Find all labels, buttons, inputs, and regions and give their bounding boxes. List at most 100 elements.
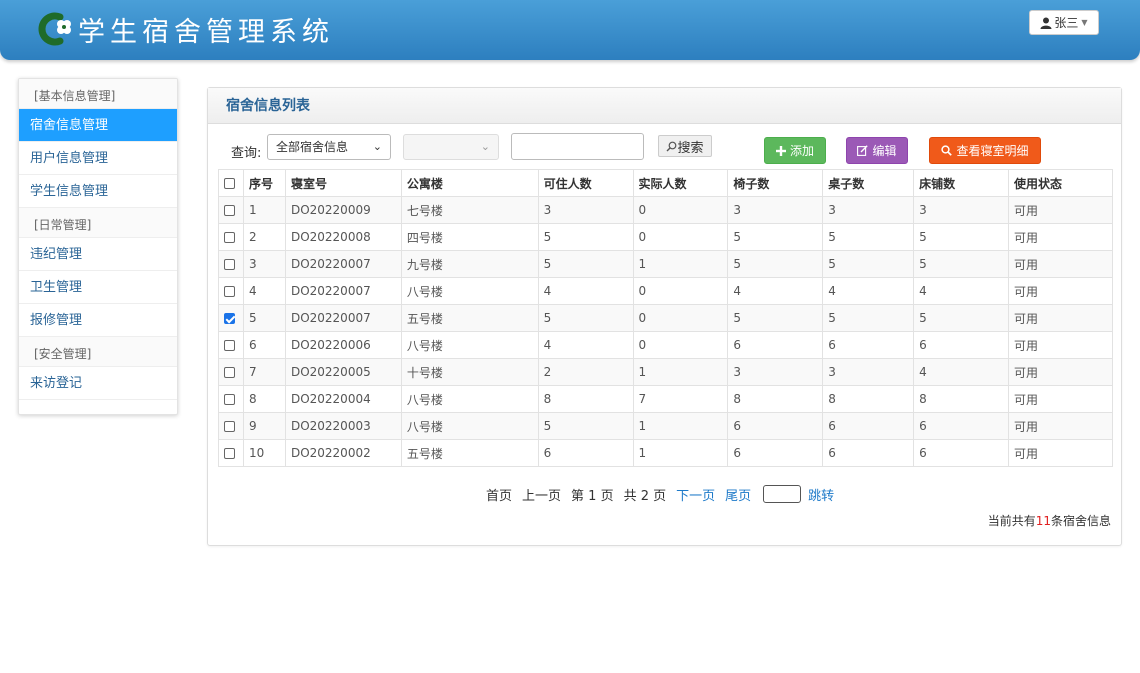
cell-occupants: 0 — [632, 304, 729, 332]
cell-beds: 5 — [913, 250, 1009, 278]
row-select-cell — [218, 277, 244, 305]
jump-page-input[interactable] — [763, 485, 802, 503]
select-all-cell — [218, 169, 244, 197]
filter-select[interactable]: 全部宿舍信息 ⌄ — [267, 134, 391, 160]
cell-chairs: 3 — [727, 358, 824, 386]
sidebar-group-daily: [日常管理] — [19, 208, 177, 238]
panel-title: 宿舍信息列表 — [208, 88, 1121, 124]
row-select-cell — [218, 439, 244, 467]
view-room-detail-button[interactable]: 查看寝室明细 — [929, 137, 1041, 164]
cell-index: 5 — [242, 304, 286, 332]
cell-desks: 3 — [822, 196, 915, 224]
row-select-cell — [218, 331, 244, 359]
sidebar-item-dorm-info[interactable]: 宿舍信息管理 — [19, 109, 177, 142]
cell-capacity: 5 — [537, 412, 634, 440]
cell-building: 十号楼 — [400, 358, 539, 386]
table-row[interactable]: 4 DO20220007 八号楼 4 0 4 4 4 可用 — [218, 277, 1113, 305]
row-select-cell — [218, 358, 244, 386]
sidebar-group-security: [安全管理] — [19, 337, 177, 367]
edit-icon — [857, 145, 869, 156]
col-header-beds: 床铺数 — [913, 169, 1009, 197]
search-button[interactable]: 搜索 — [658, 135, 712, 157]
cell-status: 可用 — [1008, 439, 1113, 467]
cell-status: 可用 — [1008, 304, 1113, 332]
row-checkbox[interactable] — [224, 205, 235, 216]
sidebar-item-hygiene[interactable]: 卫生管理 — [19, 271, 177, 304]
add-button[interactable]: 添加 — [764, 137, 826, 164]
first-page-link[interactable]: 首页 — [486, 485, 512, 504]
col-header-status: 使用状态 — [1008, 169, 1113, 197]
cell-beds: 5 — [913, 304, 1009, 332]
sidebar-item-student-info[interactable]: 学生信息管理 — [19, 175, 177, 208]
cell-status: 可用 — [1008, 385, 1113, 413]
row-checkbox[interactable] — [224, 313, 235, 324]
cell-chairs: 5 — [727, 250, 824, 278]
cell-desks: 3 — [822, 358, 915, 386]
cell-capacity: 3 — [537, 196, 634, 224]
app-header: 学生宿舍管理系统 张三 ▼ — [0, 0, 1140, 60]
sidebar-item-repair[interactable]: 报修管理 — [19, 304, 177, 337]
col-header-capacity: 可住人数 — [537, 169, 634, 197]
cell-capacity: 5 — [537, 304, 634, 332]
cell-building: 八号楼 — [400, 277, 539, 305]
next-page-link[interactable]: 下一页 — [676, 485, 715, 504]
cell-beds: 5 — [913, 223, 1009, 251]
edit-button[interactable]: 编辑 — [846, 137, 908, 164]
user-menu-button[interactable]: 张三 ▼ — [1029, 10, 1099, 35]
jump-button[interactable]: 跳转 — [808, 485, 834, 504]
cell-building: 八号楼 — [400, 331, 539, 359]
cell-chairs: 6 — [727, 439, 824, 467]
row-checkbox[interactable] — [224, 286, 235, 297]
table-row[interactable]: 10 DO20220002 五号楼 6 1 6 6 6 可用 — [218, 439, 1113, 467]
table-row[interactable]: 3 DO20220007 九号楼 5 1 5 5 5 可用 — [218, 250, 1113, 278]
row-checkbox[interactable] — [224, 340, 235, 351]
last-page-link[interactable]: 尾页 — [725, 485, 751, 504]
logo-icon — [38, 12, 71, 46]
filter-select-value: 全部宿舍信息 — [276, 140, 349, 154]
table-header-row: 序号 寝室号 公寓楼 可住人数 实际人数 椅子数 桌子数 床铺数 使用状态 — [218, 169, 1113, 197]
row-checkbox[interactable] — [224, 448, 235, 459]
sidebar-item-user-info[interactable]: 用户信息管理 — [19, 142, 177, 175]
cell-occupants: 0 — [632, 223, 729, 251]
cell-status: 可用 — [1008, 358, 1113, 386]
cell-chairs: 5 — [727, 304, 824, 332]
row-checkbox[interactable] — [224, 232, 235, 243]
cell-capacity: 5 — [537, 223, 634, 251]
sidebar-item-visitor[interactable]: 来访登记 — [19, 367, 177, 400]
col-header-room-no: 寝室号 — [284, 169, 402, 197]
cell-index: 1 — [242, 196, 286, 224]
cell-room-no: DO20220007 — [284, 250, 402, 278]
cell-beds: 6 — [913, 331, 1009, 359]
table-row[interactable]: 1 DO20220009 七号楼 3 0 3 3 3 可用 — [218, 196, 1113, 224]
cell-capacity: 2 — [537, 358, 634, 386]
table-row[interactable]: 6 DO20220006 八号楼 4 0 6 6 6 可用 — [218, 331, 1113, 359]
table-row[interactable]: 5 DO20220007 五号楼 5 0 5 5 5 可用 — [218, 304, 1113, 332]
row-checkbox[interactable] — [224, 394, 235, 405]
prev-page-link[interactable]: 上一页 — [522, 485, 561, 504]
cell-occupants: 0 — [632, 331, 729, 359]
table-row[interactable]: 8 DO20220004 八号楼 8 7 8 8 8 可用 — [218, 385, 1113, 413]
row-select-cell — [218, 250, 244, 278]
table-row[interactable]: 7 DO20220005 十号楼 2 1 3 3 4 可用 — [218, 358, 1113, 386]
cell-capacity: 4 — [537, 277, 634, 305]
cell-chairs: 5 — [727, 223, 824, 251]
select-all-checkbox[interactable] — [224, 178, 235, 189]
secondary-select[interactable]: ⌄ — [403, 134, 499, 160]
current-page: 第 1 页 — [571, 488, 614, 504]
sidebar-item-discipline[interactable]: 违纪管理 — [19, 238, 177, 271]
pagination: 首页 上一页 第 1 页 共 2 页 下一页 尾页 跳转 — [486, 484, 844, 504]
cell-room-no: DO20220009 — [284, 196, 402, 224]
search-input[interactable] — [511, 133, 644, 160]
chevron-down-icon: ⌄ — [480, 140, 490, 153]
cell-room-no: DO20220008 — [284, 223, 402, 251]
table-row[interactable]: 2 DO20220008 四号楼 5 0 5 5 5 可用 — [218, 223, 1113, 251]
row-checkbox[interactable] — [224, 367, 235, 378]
row-checkbox[interactable] — [224, 259, 235, 270]
cell-room-no: DO20220007 — [284, 277, 402, 305]
row-checkbox[interactable] — [224, 421, 235, 432]
table-row[interactable]: 9 DO20220003 八号楼 5 1 6 6 6 可用 — [218, 412, 1113, 440]
cell-occupants: 0 — [632, 277, 729, 305]
summary-count: 11 — [1035, 514, 1051, 528]
summary-prefix: 当前共有 — [987, 514, 1036, 528]
cell-occupants: 1 — [632, 412, 729, 440]
